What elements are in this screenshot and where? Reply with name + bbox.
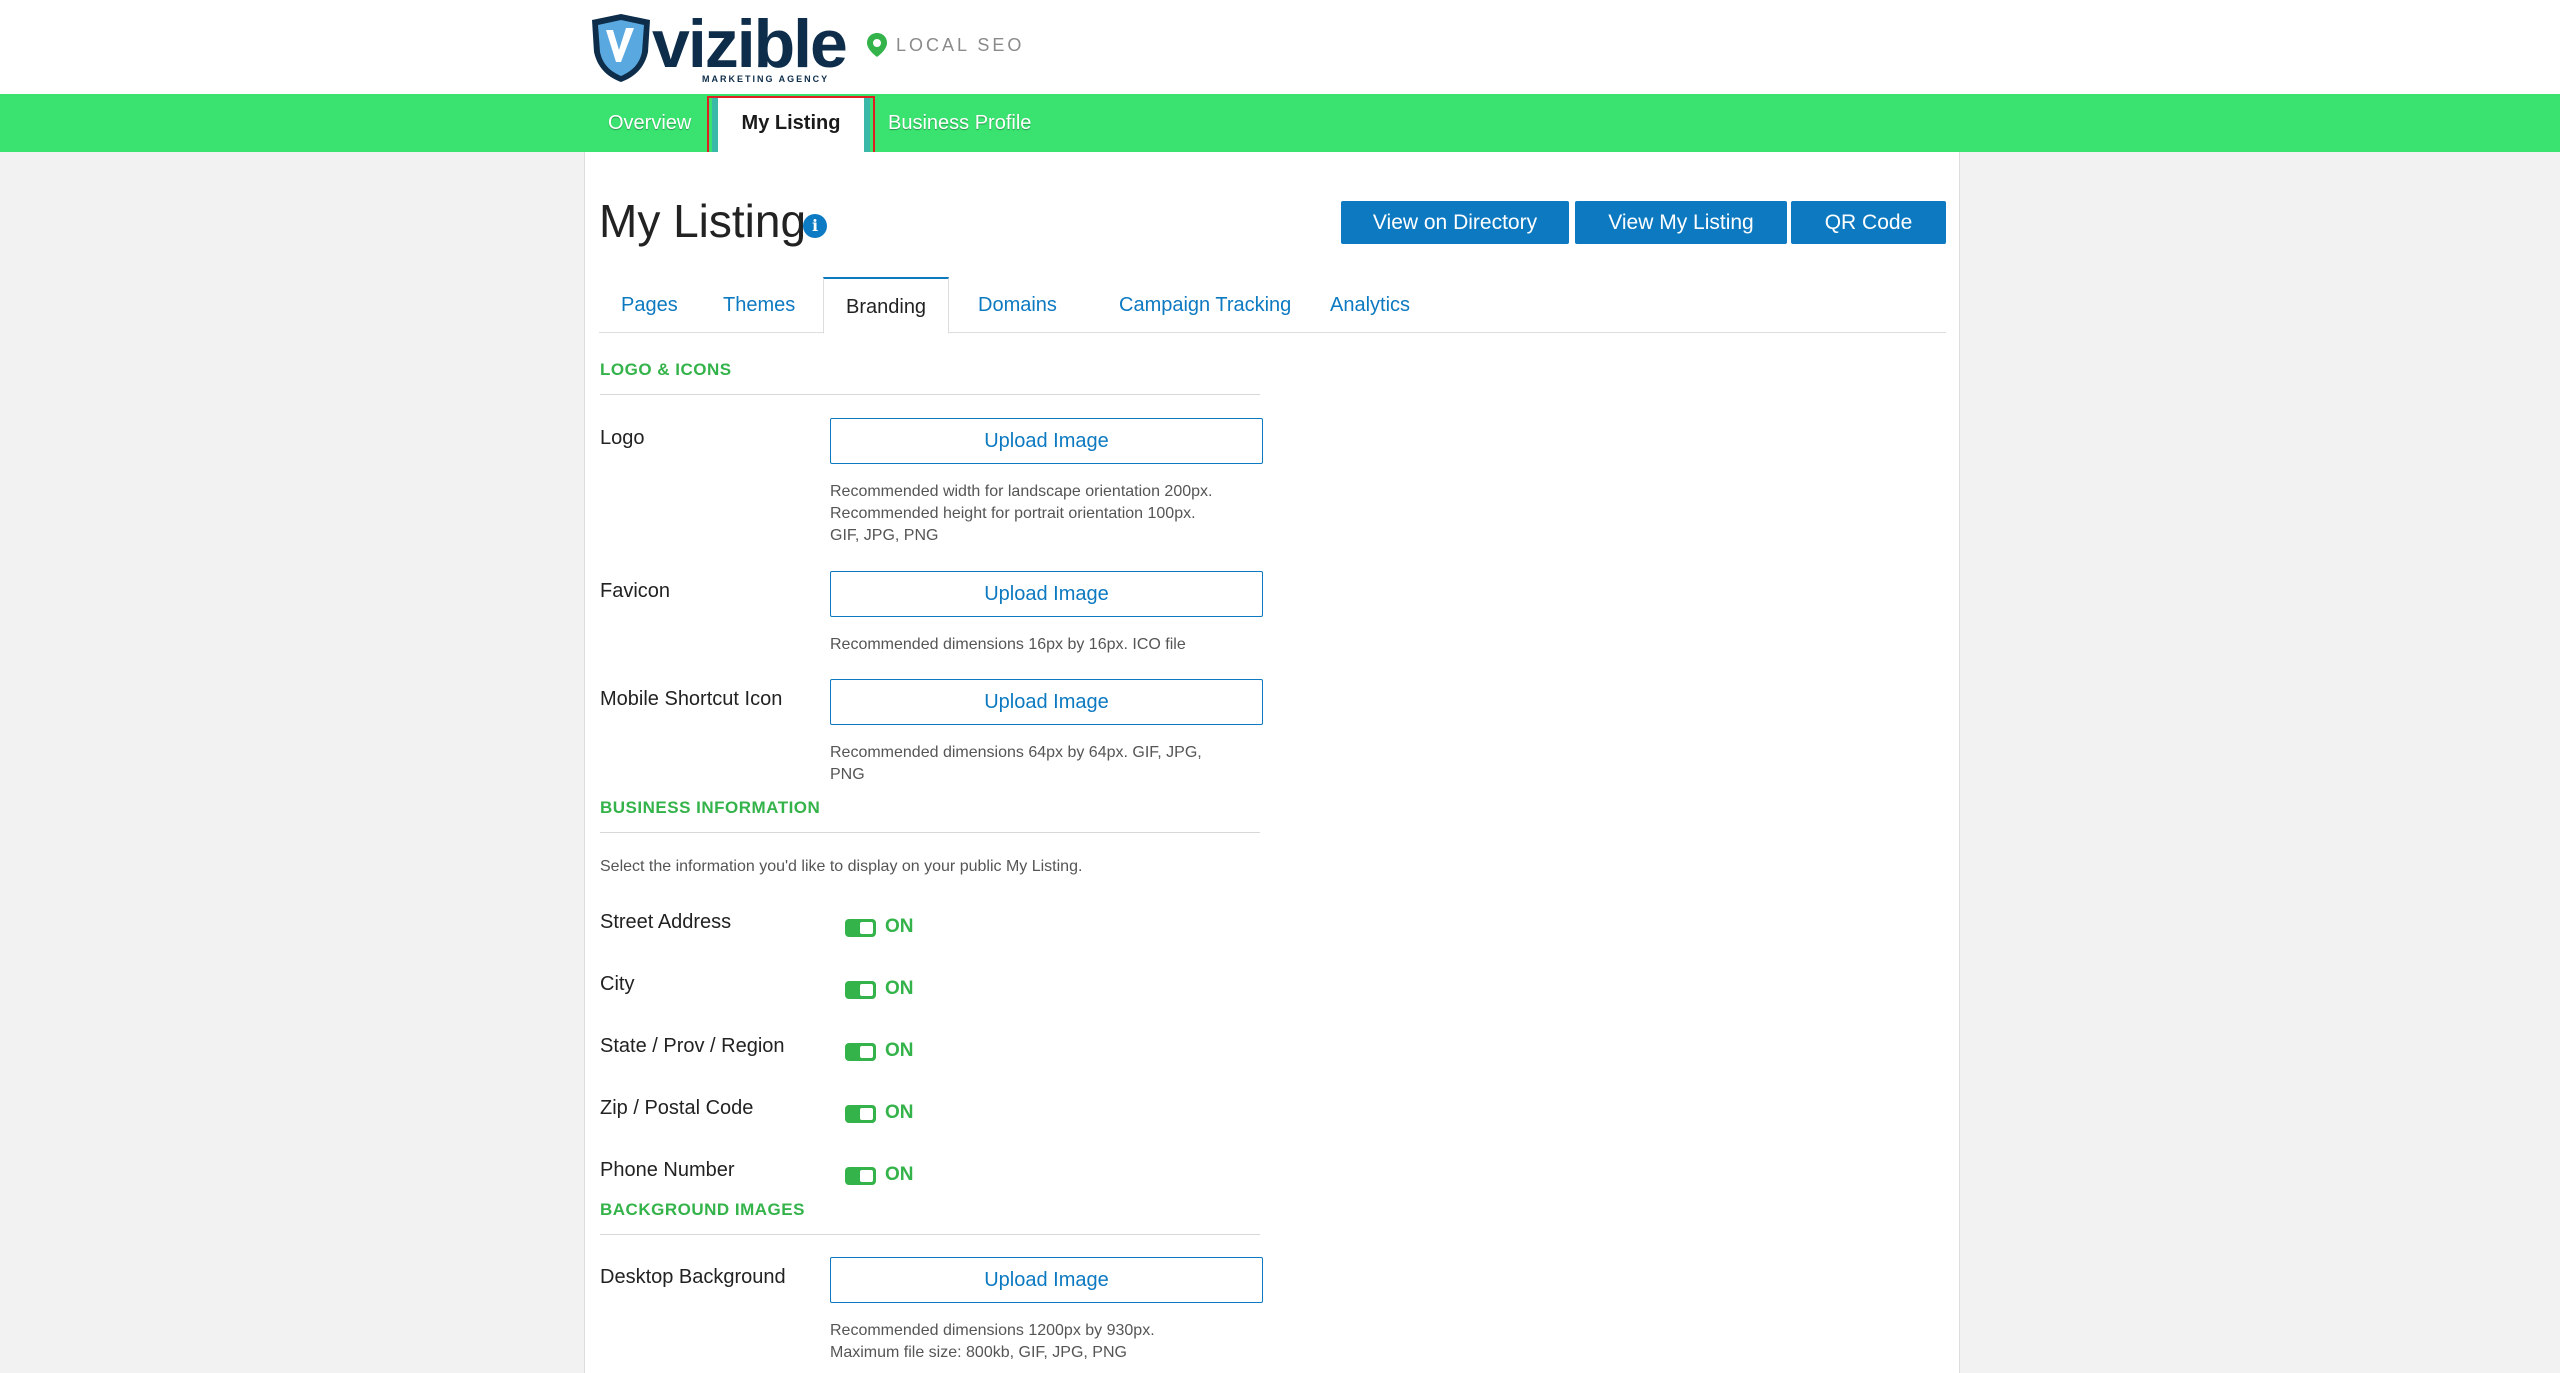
product-label: LOCAL SEO xyxy=(896,34,1025,55)
desktop-background-help-text: Recommended dimensions 1200px by 930px. … xyxy=(830,1320,1270,1364)
tab-analytics[interactable]: Analytics xyxy=(1308,277,1432,333)
toggle-label: Phone Number xyxy=(600,1159,735,1181)
toggle-row-state-region: State / Prov / Region ON xyxy=(600,1035,1260,1065)
mobile-icon-help-line: Recommended dimensions 64px by 64px. GIF… xyxy=(830,744,1202,761)
tab-branding[interactable]: Branding xyxy=(823,277,950,334)
city-toggle[interactable] xyxy=(845,981,876,999)
nav-overview[interactable]: Overview xyxy=(608,94,691,152)
logo-help-line: Recommended width for landscape orientat… xyxy=(830,483,1213,500)
desktop-background-upload-button[interactable]: Upload Image xyxy=(830,1257,1263,1303)
toggle-label: Street Address xyxy=(600,911,732,933)
mobile-icon-help-text: Recommended dimensions 64px by 64px. GIF… xyxy=(830,742,1270,786)
favicon-help-line: Recommended dimensions 16px by 16px. ICO… xyxy=(830,636,1186,653)
toggle-row-postal-code: Zip / Postal Code ON xyxy=(600,1097,1260,1127)
toggle-label: State / Prov / Region xyxy=(600,1035,785,1057)
toggle-label: Zip / Postal Code xyxy=(600,1097,754,1119)
background-images-heading: BACKGROUND IMAGES xyxy=(600,1200,1260,1235)
tab-pages[interactable]: Pages xyxy=(599,277,700,333)
logo-help-line: GIF, JPG, PNG xyxy=(830,527,939,544)
content-panel: My Listing i View on Directory View My L… xyxy=(584,152,1960,1373)
logo-wordmark: vizible xyxy=(652,6,848,82)
desktop-background-help-line: Recommended dimensions 1200px by 930px. xyxy=(830,1322,1155,1339)
toggle-state: ON xyxy=(885,916,914,937)
desktop-background-help-line: Maximum file size: 800kb, GIF, JPG, PNG xyxy=(830,1344,1127,1361)
toggle-row-city: City ON xyxy=(600,973,1260,1003)
vizible-logo[interactable]: vizible MARKETING AGENCY xyxy=(588,6,848,86)
toggle-row-phone-number: Phone Number ON xyxy=(600,1159,1260,1189)
logo-icons-heading: LOGO & ICONS xyxy=(600,360,1260,395)
qr-code-button[interactable]: QR Code xyxy=(1791,201,1946,244)
mobile-icon-help-line: PNG xyxy=(830,766,865,783)
view-my-listing-button[interactable]: View My Listing xyxy=(1575,201,1787,244)
map-pin-icon xyxy=(867,33,887,57)
toggle-label: City xyxy=(600,973,635,995)
postal-code-toggle[interactable] xyxy=(845,1105,876,1123)
tab-campaign-tracking[interactable]: Campaign Tracking xyxy=(1097,277,1313,333)
mobile-icon-label: Mobile Shortcut Icon xyxy=(600,688,783,710)
logo-upload-button[interactable]: Upload Image xyxy=(830,418,1263,464)
tab-domains[interactable]: Domains xyxy=(956,277,1079,333)
business-info-intro: Select the information you'd like to dis… xyxy=(600,858,1083,875)
business-info-heading: BUSINESS INFORMATION xyxy=(600,798,1260,833)
street-address-toggle[interactable] xyxy=(845,919,876,937)
toggle-state: ON xyxy=(885,978,914,999)
favicon-label: Favicon xyxy=(600,580,671,602)
nav-business-profile[interactable]: Business Profile xyxy=(888,94,1031,152)
phone-number-toggle[interactable] xyxy=(845,1167,876,1185)
page-title: My Listing xyxy=(599,195,807,247)
favicon-help-text: Recommended dimensions 16px by 16px. ICO… xyxy=(830,634,1270,656)
app-header: vizible MARKETING AGENCY LOCAL SEO xyxy=(0,0,2560,94)
logo-label: Logo xyxy=(600,427,645,449)
toggle-row-street-address: Street Address ON xyxy=(600,911,1260,941)
logo-help-text: Recommended width for landscape orientat… xyxy=(830,481,1270,547)
tab-themes[interactable]: Themes xyxy=(701,277,817,333)
shield-logo-icon xyxy=(592,14,650,82)
logo-tagline: MARKETING AGENCY xyxy=(702,74,830,84)
product-badge: LOCAL SEO xyxy=(866,32,1024,58)
view-on-directory-button[interactable]: View on Directory xyxy=(1341,201,1569,244)
toggle-state: ON xyxy=(885,1040,914,1061)
favicon-upload-button[interactable]: Upload Image xyxy=(830,571,1263,617)
desktop-background-label: Desktop Background xyxy=(600,1266,786,1288)
logo-help-line: Recommended height for portrait orientat… xyxy=(830,505,1196,522)
toggle-state: ON xyxy=(885,1164,914,1185)
toggle-state: ON xyxy=(885,1102,914,1123)
mobile-icon-upload-button[interactable]: Upload Image xyxy=(830,679,1263,725)
listing-tabs: Pages Themes Branding Domains Campaign T… xyxy=(599,277,1946,334)
main-nav: Overview My Listing Business Profile xyxy=(0,94,2560,152)
nav-my-listing[interactable]: My Listing xyxy=(712,96,870,152)
info-icon[interactable]: i xyxy=(803,214,827,238)
state-region-toggle[interactable] xyxy=(845,1043,876,1061)
